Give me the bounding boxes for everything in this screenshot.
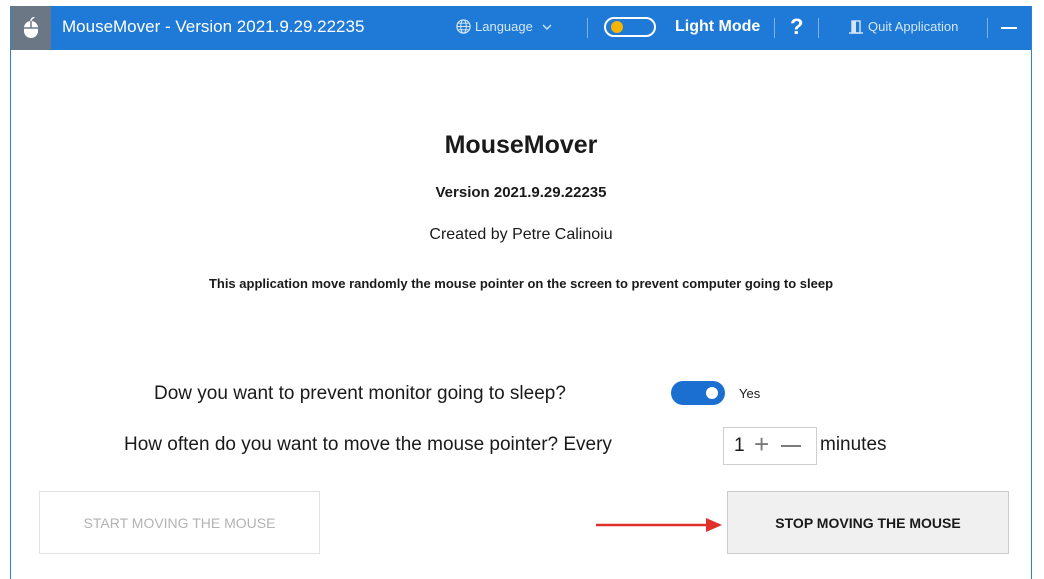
arrow-annotation	[596, 518, 722, 532]
titlebar-separator	[987, 18, 988, 38]
plus-icon[interactable]: +	[754, 429, 769, 459]
help-button[interactable]: ?	[790, 14, 803, 40]
app-icon-box	[11, 6, 51, 50]
app-name: MouseMover	[444, 131, 598, 159]
main-window: MouseMover - Version 2021.9.29.22235 Lan…	[10, 6, 1032, 579]
door-exit-icon	[849, 19, 863, 34]
author-text: Created by Petre Calinoiu	[429, 226, 613, 243]
minimize-icon[interactable]	[1001, 27, 1017, 29]
language-label: Language	[475, 19, 533, 34]
title-bar: MouseMover - Version 2021.9.29.22235 Lan…	[11, 6, 1031, 50]
titlebar-separator	[818, 18, 819, 38]
version-text: Version 2021.9.29.22235	[435, 184, 607, 201]
interval-question: How often do you want to move the mouse …	[124, 434, 612, 455]
sleep-toggle-knob	[706, 387, 718, 399]
minus-icon[interactable]	[781, 445, 801, 447]
interval-value[interactable]: 1	[734, 435, 745, 457]
interval-unit: minutes	[820, 434, 887, 455]
globe-icon	[456, 19, 471, 34]
titlebar-separator	[774, 18, 775, 38]
language-selector[interactable]: Language	[456, 19, 553, 34]
mouse-icon	[24, 17, 38, 38]
description-text: This application move randomly the mouse…	[208, 276, 834, 291]
interval-stepper: 1 +	[723, 427, 817, 465]
mode-label: Light Mode	[675, 18, 761, 35]
window-title: MouseMover - Version 2021.9.29.22235	[62, 17, 365, 36]
sleep-question: Dow you want to prevent monitor going to…	[154, 383, 566, 404]
mode-toggle-knob	[611, 21, 623, 33]
quit-button[interactable]: Quit Application	[849, 19, 958, 34]
stop-moving-button[interactable]: STOP MOVING THE MOUSE	[727, 491, 1009, 554]
quit-label: Quit Application	[868, 19, 959, 34]
light-mode-toggle[interactable]	[604, 17, 656, 37]
sleep-toggle-state: Yes	[739, 386, 761, 401]
prevent-sleep-toggle[interactable]	[671, 381, 725, 405]
titlebar-separator	[587, 18, 588, 38]
start-moving-button[interactable]: START MOVING THE MOUSE	[39, 491, 320, 554]
chevron-down-icon	[542, 24, 552, 30]
